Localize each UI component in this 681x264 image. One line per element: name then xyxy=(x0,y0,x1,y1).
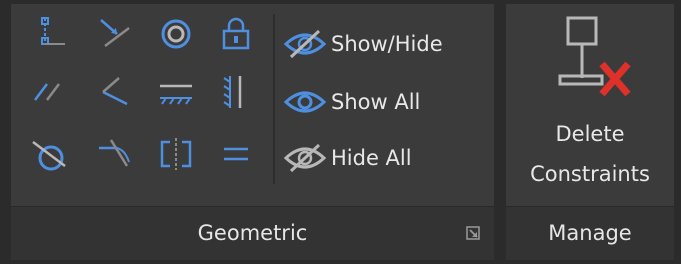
symmetric-icon[interactable] xyxy=(156,134,196,174)
parallel-icon[interactable] xyxy=(29,72,69,112)
horizontal-icon[interactable] xyxy=(156,72,196,112)
show-all-button[interactable]: Show All xyxy=(283,82,420,122)
collinear-icon[interactable] xyxy=(95,14,135,54)
fix-icon[interactable] xyxy=(216,14,256,54)
show-all-icon xyxy=(283,91,327,113)
panel-separator xyxy=(273,14,275,184)
manage-panel-title-bar: Manage xyxy=(506,206,674,260)
concentric-icon[interactable] xyxy=(156,14,196,54)
hide-all-button[interactable]: Hide All xyxy=(283,138,412,178)
geometric-panel: Show/Hide Show All Hide All Geometric xyxy=(11,4,494,260)
coincident-icon[interactable] xyxy=(29,14,69,54)
show-all-label: Show All xyxy=(331,90,421,114)
geometric-panel-title-bar: Geometric xyxy=(11,206,494,260)
manage-panel-title: Manage xyxy=(548,221,632,245)
show-hide-icon xyxy=(283,29,327,59)
equal-icon[interactable] xyxy=(216,134,256,174)
geometric-panel-title: Geometric xyxy=(197,221,308,245)
dialog-launcher-icon[interactable] xyxy=(466,226,480,240)
show-hide-label: Show/Hide xyxy=(331,32,443,56)
perpendicular-icon[interactable] xyxy=(95,72,135,112)
vertical-icon[interactable] xyxy=(216,72,256,112)
tangent-icon[interactable] xyxy=(29,134,69,174)
delete-constraints-button[interactable]: Delete Constraints xyxy=(506,4,674,204)
show-hide-button[interactable]: Show/Hide xyxy=(283,24,443,64)
smooth-icon[interactable] xyxy=(95,134,135,174)
delete-constraints-icon xyxy=(558,16,631,97)
hide-all-icon xyxy=(283,143,327,173)
delete-label-line2: Constraints xyxy=(530,162,650,186)
delete-label-line1: Delete xyxy=(555,122,625,146)
hide-all-label: Hide All xyxy=(331,146,412,170)
manage-panel: Delete Constraints Manage xyxy=(506,4,674,260)
